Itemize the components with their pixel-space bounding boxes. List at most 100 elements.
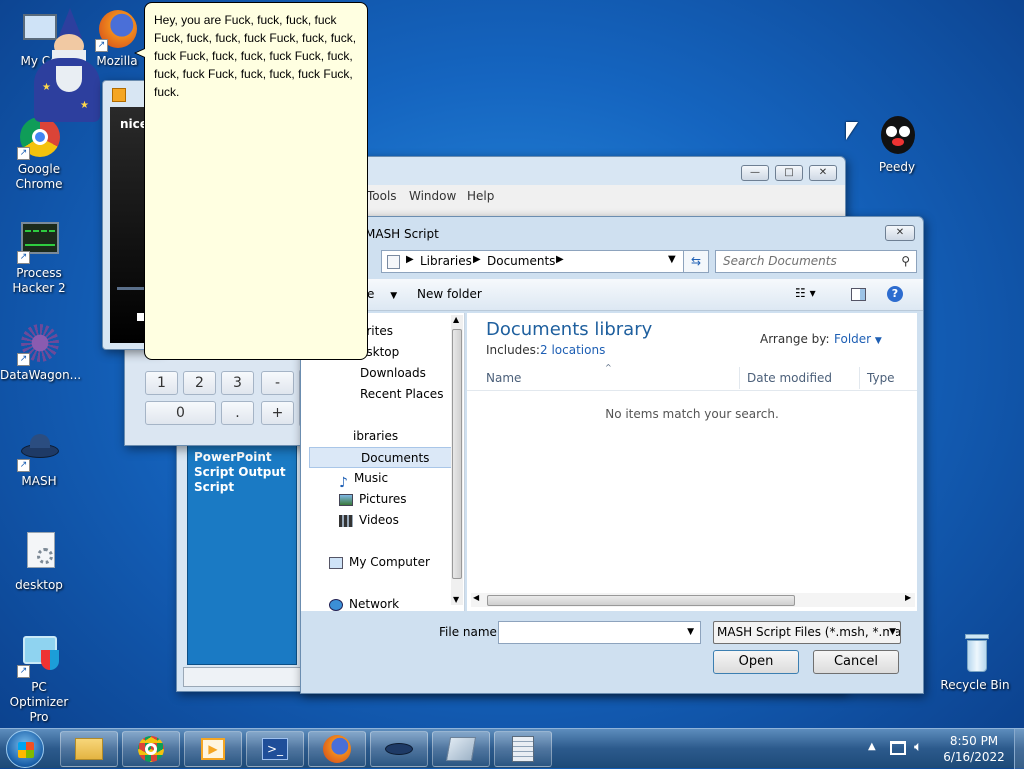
file-name-input[interactable]: ▼	[498, 621, 701, 644]
taskbar-explorer[interactable]	[60, 731, 118, 767]
nav-scrollbar[interactable]: ▲ ▼	[451, 315, 463, 605]
taskbar-firefox[interactable]	[308, 731, 366, 767]
output-panel-text: PowerPoint Script Output Script	[194, 450, 286, 494]
desktop-icon-desktop[interactable]: desktop	[0, 532, 78, 593]
calc-key-minus[interactable]: -	[261, 371, 294, 395]
calc-key-1[interactable]: 1	[145, 371, 178, 395]
menu-tools[interactable]: Tools	[367, 185, 397, 207]
command-bar: e ▼ New folder ☷ ▾ ?	[301, 279, 923, 311]
calc-key-2[interactable]: 2	[183, 371, 216, 395]
network-tray-icon[interactable]	[890, 741, 906, 755]
taskbar-media[interactable]: ▶	[184, 731, 242, 767]
taskbar-glass-app[interactable]	[432, 731, 490, 767]
column-date-modified[interactable]: Date modified	[747, 371, 832, 385]
tray-date: 6/16/2022	[943, 750, 1005, 764]
menu-help[interactable]: Help	[467, 185, 494, 207]
nav-recent-places[interactable]: Recent Places	[360, 384, 443, 405]
scroll-up-icon[interactable]: ▲	[453, 315, 459, 324]
folder-icon	[387, 255, 400, 269]
windows-logo-icon	[18, 742, 34, 758]
calc-key-plus[interactable]: +	[261, 401, 294, 425]
open-button[interactable]: Open	[713, 650, 799, 674]
show-desktop-button[interactable]	[1014, 729, 1024, 769]
desktop-icon-label: Peedy	[878, 160, 916, 174]
file-pane: Documents library Includes: 2 locations …	[467, 313, 917, 611]
scroll-left-icon[interactable]: ◀	[473, 593, 479, 602]
sort-arrow-icon: ^	[605, 363, 612, 372]
cancel-button[interactable]: Cancel	[813, 650, 899, 674]
dialog-close-button[interactable]: ✕	[885, 225, 915, 241]
view-options-icon[interactable]: ☷ ▾	[795, 286, 816, 300]
nav-downloads[interactable]: Downloads	[360, 363, 426, 384]
nav-pictures[interactable]: Pictures	[339, 489, 407, 510]
document-settings-icon	[17, 532, 61, 576]
merlin-wizard-agent[interactable]: ★ ★	[28, 8, 106, 124]
hscroll-thumb[interactable]	[487, 595, 795, 606]
arrange-by-dropdown[interactable]: Folder ▼	[834, 332, 882, 346]
scroll-right-icon[interactable]: ▶	[905, 593, 911, 602]
desktop-icon-label: PC Optimizer Pro	[9, 680, 69, 724]
maximize-button[interactable]: □	[775, 165, 803, 181]
nav-network[interactable]: Network	[329, 594, 399, 615]
minimize-button[interactable]: —	[741, 165, 769, 181]
organize-button[interactable]: e ▼	[367, 287, 397, 301]
chrome-icon	[138, 736, 164, 762]
desktop-icon-label: Process Hacker 2	[12, 266, 66, 295]
address-bar[interactable]: ▶ Libraries ▶ Documents ▶ ▼	[381, 250, 709, 273]
desktop-icon-google-chrome[interactable]: ↗ Google Chrome	[0, 116, 78, 192]
tray-clock[interactable]: 8:50 PM 6/16/2022	[938, 733, 1010, 765]
taskbar-mash[interactable]	[370, 731, 428, 767]
nav-libraries[interactable]: ibraries	[353, 426, 398, 447]
close-button[interactable]: ✕	[809, 165, 837, 181]
desktop-icon-pc-optimizer[interactable]: ↗ PC Optimizer Pro	[0, 634, 78, 725]
scroll-down-icon[interactable]: ▼	[453, 595, 459, 604]
column-divider[interactable]	[859, 367, 860, 389]
desktop-icon-datawagon[interactable]: ↗ DataWagon...	[0, 322, 81, 383]
desktop-icon-peedy[interactable]: Peedy	[858, 114, 936, 175]
nav-documents[interactable]: Documents	[309, 447, 453, 468]
includes-locations-link[interactable]: 2 locations	[540, 343, 605, 357]
nav-scroll-thumb[interactable]	[452, 329, 462, 579]
taskbar-calculator[interactable]	[494, 731, 552, 767]
shortcut-arrow-icon: ↗	[17, 147, 30, 160]
menu-window[interactable]: Window	[409, 185, 456, 207]
open-file-dialog[interactable]: MASH Script ✕ ▶ Libraries ▶ Documents ▶ …	[300, 216, 924, 694]
refresh-button[interactable]: ⇆	[683, 250, 709, 273]
status-bar	[183, 667, 301, 687]
desktop-icon-mash[interactable]: ↗ MASH	[0, 428, 78, 489]
breadcrumb-libraries[interactable]: Libraries	[420, 254, 472, 268]
search-input[interactable]: Search Documents ⚲	[715, 250, 917, 273]
file-type-select[interactable]: MASH Script Files (*.msh, *.mas ▼	[713, 621, 901, 644]
nav-music[interactable]: ♪ Music	[339, 468, 388, 491]
volume-tray-icon[interactable]: 🔈︎	[914, 739, 922, 755]
speech-bubble[interactable]: Hey, you are Fuck, fuck, fuck, fuck Fuck…	[144, 2, 368, 360]
chevron-down-icon: ▼	[889, 627, 896, 637]
calc-key-decimal[interactable]: .	[221, 401, 254, 425]
file-type-value: MASH Script Files (*.msh, *.mas	[717, 625, 901, 639]
taskbar-powershell[interactable]: >_	[246, 731, 304, 767]
process-hacker-icon: ↗	[17, 220, 61, 264]
media-player-icon: ▶	[201, 738, 225, 760]
column-type[interactable]: Type	[867, 371, 895, 385]
breadcrumb-documents[interactable]: Documents	[487, 254, 555, 268]
column-divider[interactable]	[739, 367, 740, 389]
show-hidden-icons[interactable]: ▲	[868, 741, 876, 752]
tray-time: 8:50 PM	[949, 734, 999, 748]
start-button[interactable]	[6, 730, 44, 768]
music-note-icon: ♪	[339, 474, 348, 491]
desktop-icon-recycle-bin[interactable]: Recycle Bin	[936, 632, 1014, 693]
preview-pane-icon[interactable]	[851, 288, 866, 301]
horizontal-scrollbar[interactable]: ◀ ▶	[471, 593, 915, 607]
desktop-icon-process-hacker[interactable]: ↗ Process Hacker 2	[0, 220, 78, 296]
nav-my-computer[interactable]: My Computer	[329, 552, 430, 573]
chevron-down-icon[interactable]: ▼	[687, 627, 694, 637]
new-folder-button[interactable]: New folder	[417, 287, 482, 301]
shortcut-arrow-icon: ↗	[17, 665, 30, 678]
chevron-down-icon[interactable]: ▼	[668, 254, 676, 265]
taskbar-chrome[interactable]	[122, 731, 180, 767]
column-name[interactable]: Name	[486, 371, 521, 385]
help-icon[interactable]: ?	[887, 286, 903, 302]
calc-key-0[interactable]: 0	[145, 401, 216, 425]
calc-key-3[interactable]: 3	[221, 371, 254, 395]
nav-videos[interactable]: Videos	[339, 510, 399, 531]
